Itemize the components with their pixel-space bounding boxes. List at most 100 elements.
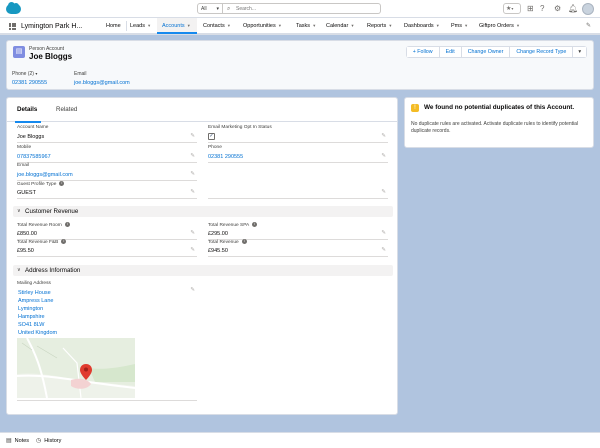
field-value: £850.00 (17, 231, 37, 237)
nav-item-label: Home (106, 23, 121, 29)
section-title: Customer Revenue (25, 208, 79, 215)
search-icon: ⌕ (227, 6, 231, 12)
field-label: Account Name (17, 125, 49, 130)
nav-item-reports[interactable]: Reports ▾ (367, 18, 392, 34)
chevron-down-icon[interactable]: ▾ (389, 23, 391, 28)
edit-button[interactable]: Edit (439, 47, 462, 57)
nav-item-contacts[interactable]: Contacts ▾ (203, 18, 230, 34)
field-value: Joe Bloggs (17, 134, 45, 140)
record-actions: + Follow Edit Change Owner Change Record… (405, 46, 587, 58)
field-value: GUEST (17, 190, 36, 196)
phone-value[interactable]: 02381 290555 (12, 80, 47, 86)
chevron-down-icon: ▾ (511, 6, 514, 11)
address-line[interactable]: Stirley House (18, 290, 51, 296)
nav-item-pms[interactable]: Pms ▾ (451, 18, 467, 34)
warning-icon: ! (411, 104, 419, 112)
field-total-revenue-fb: Total Revenue F&B i £95.50 ✎ (17, 239, 197, 257)
nav-item-calendar[interactable]: Calendar ▾ (326, 18, 354, 34)
chevron-down-icon[interactable]: ▾ (35, 71, 37, 76)
address-line[interactable]: SO41 8LW (18, 322, 45, 328)
pencil-icon[interactable]: ✎ (381, 153, 386, 159)
pencil-icon[interactable]: ✎ (190, 247, 195, 253)
chevron-down-icon[interactable]: ▾ (148, 23, 150, 28)
chevron-down-icon[interactable]: ▾ (351, 23, 353, 28)
search-input[interactable] (236, 6, 376, 12)
more-actions-button[interactable]: ▾ (573, 47, 586, 57)
app-launcher[interactable]: Lymington Park H... (9, 18, 82, 34)
pencil-icon[interactable]: ✎ (190, 189, 195, 195)
info-icon[interactable]: i (241, 239, 247, 244)
field-guest-profile-type: Guest Profile Type i GUEST ✎ (17, 181, 197, 199)
info-icon[interactable]: i (252, 222, 258, 227)
history-button[interactable]: ◷ History (36, 437, 61, 444)
pencil-icon[interactable]: ✎ (190, 171, 195, 177)
nav-item-accounts[interactable]: Accounts ▾ (157, 18, 197, 34)
nav-item-giftpro-orders[interactable]: Giftpro Orders ▾ (479, 18, 519, 34)
phone-link[interactable]: 02381 290555 (208, 154, 243, 160)
pencil-icon[interactable]: ✎ (381, 133, 386, 139)
duplicates-message: No duplicate rules are activated. Activa… (411, 121, 579, 134)
address-line[interactable]: United Kingdom (18, 330, 57, 336)
pencil-icon[interactable]: ✎ (381, 189, 386, 195)
section-customer-revenue[interactable]: ∨ Customer Revenue (13, 206, 393, 217)
chevron-down-icon[interactable]: ▾ (188, 23, 190, 28)
nav-item-leads[interactable]: Leads ▾ (130, 18, 150, 34)
field-label-wrap: Total Revenue Room i (17, 222, 70, 228)
address-map[interactable] (17, 338, 135, 398)
pencil-icon[interactable]: ✎ (381, 247, 386, 253)
email-opt-in-checkbox[interactable]: ✓ (208, 133, 215, 140)
info-icon[interactable]: i (61, 239, 67, 244)
address-line[interactable]: Lymington (18, 306, 43, 312)
nav-item-home[interactable]: Home (106, 18, 121, 34)
pencil-icon[interactable]: ✎ (190, 287, 195, 293)
field-label: Email Marketing Opt In Status (208, 125, 272, 130)
notes-label: Notes (14, 438, 30, 444)
chevron-down-icon[interactable]: ▾ (279, 23, 281, 28)
chevron-down-icon[interactable]: ▾ (517, 23, 519, 28)
change-owner-button[interactable]: Change Owner (461, 47, 511, 57)
pencil-icon[interactable]: ✎ (190, 153, 195, 159)
pencil-icon[interactable]: ✎ (586, 22, 591, 29)
chevron-down-icon[interactable]: ▾ (313, 23, 315, 28)
nav-item-label: Giftpro Orders (479, 23, 514, 29)
nav-item-tasks[interactable]: Tasks ▾ (296, 18, 315, 34)
pencil-icon[interactable]: ✎ (381, 230, 386, 236)
field-label: Guest Profile Type (17, 181, 57, 187)
info-icon[interactable]: i (59, 181, 65, 186)
address-line[interactable]: Hampshire (18, 314, 45, 320)
favorites-button[interactable]: ★▾ (503, 3, 521, 14)
pencil-icon[interactable]: ✎ (190, 133, 195, 139)
email-link[interactable]: joe.bloggs@gmail.com (17, 172, 73, 178)
avatar[interactable] (582, 3, 594, 15)
search-scope-select[interactable]: All ▾ (197, 3, 223, 14)
field-email-opt-in: Email Marketing Opt In Status ✓ ✎ (208, 125, 388, 143)
info-icon[interactable]: i (64, 222, 70, 227)
chevron-down-icon[interactable]: ▾ (228, 23, 230, 28)
tab-details[interactable]: Details (14, 106, 42, 123)
chevron-down-icon[interactable]: ▾ (465, 23, 467, 28)
pencil-icon[interactable]: ✎ (190, 230, 195, 236)
change-record-type-button[interactable]: Change Record Type (510, 47, 574, 57)
salesforce-logo[interactable] (6, 2, 21, 14)
nav-item-dashboards[interactable]: Dashboards ▾ (404, 18, 439, 34)
nav-item-opportunities[interactable]: Opportunities ▾ (243, 18, 281, 34)
mobile-link[interactable]: 07837585967 (17, 154, 51, 160)
chevron-down-icon[interactable]: ▾ (437, 23, 439, 28)
address-line[interactable]: Ampress Lane (18, 298, 53, 304)
bell-icon[interactable]: 🔔︎ (568, 3, 578, 14)
follow-button[interactable]: + Follow (406, 47, 440, 57)
nav-item-label: Reports (367, 23, 387, 29)
chevron-down-icon: ∨ (17, 267, 21, 273)
section-address-information[interactable]: ∨ Address Information (13, 265, 393, 276)
notes-icon: ▤ (6, 438, 12, 444)
duplicates-card: ! We found no potential duplicates of th… (404, 97, 594, 148)
highlight-email: Email joe.bloggs@gmail.com (74, 71, 130, 86)
notes-button[interactable]: ▤ Notes (6, 437, 29, 444)
email-value[interactable]: joe.bloggs@gmail.com (74, 80, 130, 86)
help-icon[interactable]: ? (540, 3, 544, 14)
nav-item-label: Calendar (326, 23, 349, 29)
gear-icon[interactable]: ⚙ (554, 3, 561, 14)
tab-related[interactable]: Related (56, 106, 77, 113)
add-icon[interactable]: ⊞ (527, 3, 534, 14)
global-search[interactable]: ⌕ (223, 3, 381, 14)
